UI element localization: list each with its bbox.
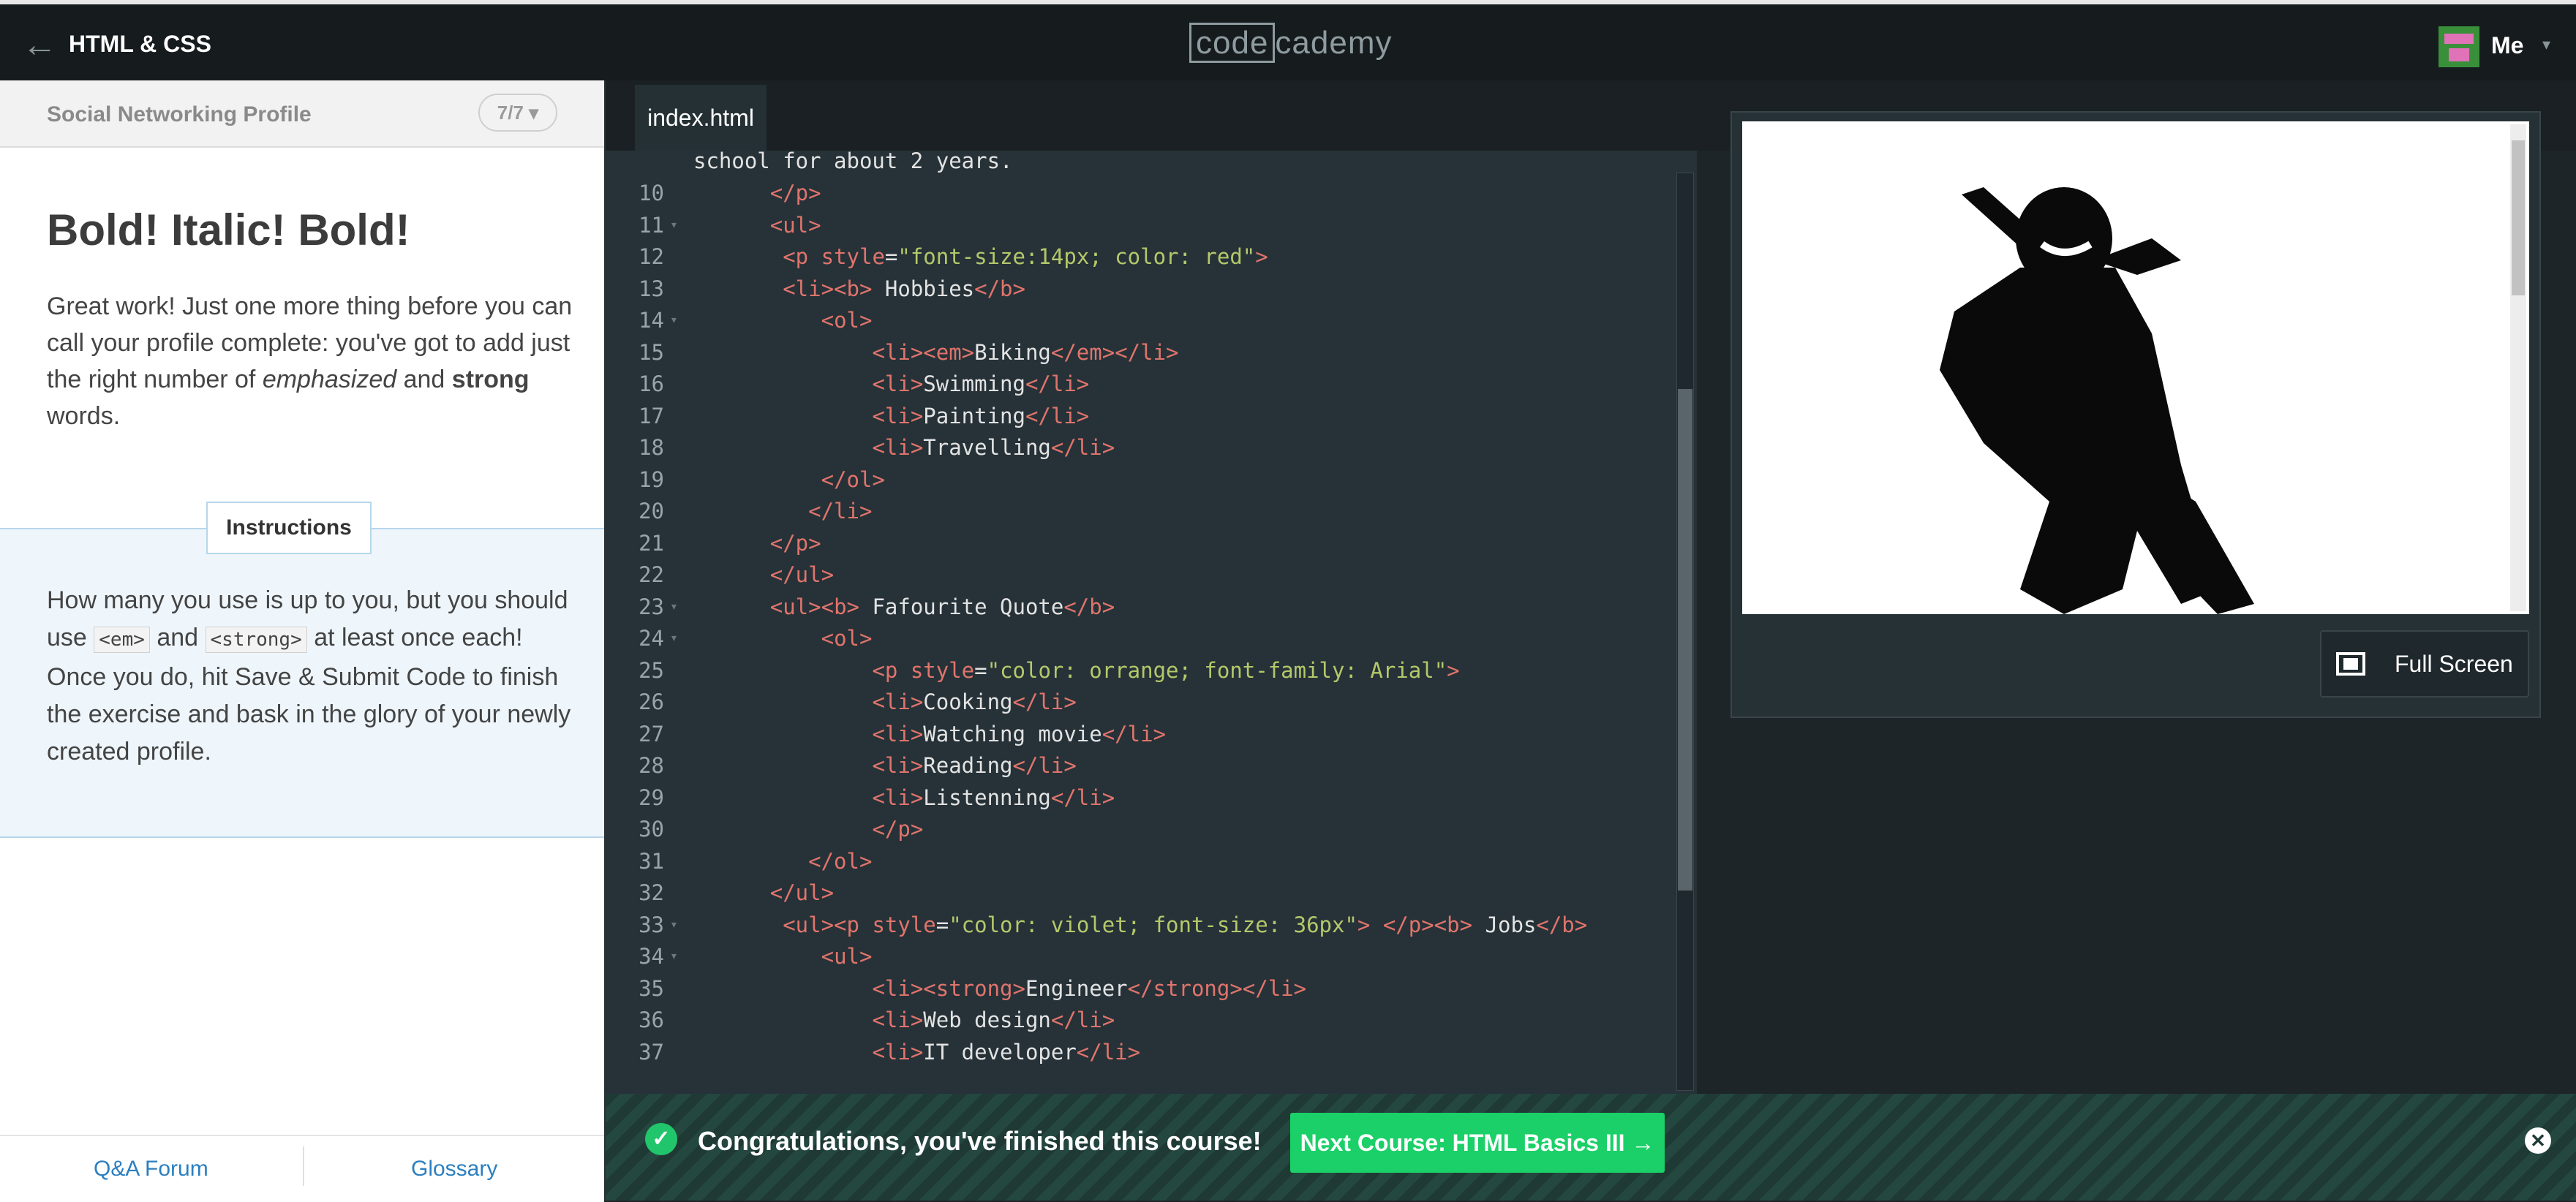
code-text: <li><strong>Engineer</strong></li> [872, 975, 1307, 1001]
next-course-button[interactable]: Next Course: HTML Basics III → [1290, 1113, 1665, 1173]
code-text: </ol> [821, 466, 885, 492]
code-text: </p> [769, 530, 821, 556]
line-number: 34 [639, 944, 664, 969]
course-title[interactable]: HTML & CSS [69, 31, 211, 58]
line-number: 28 [639, 753, 664, 778]
line-number: 19 [639, 466, 664, 492]
line-number: 29 [639, 785, 664, 810]
line-number: 20 [639, 499, 664, 523]
preview-pane [1742, 121, 2529, 614]
line-number: 37 [639, 1039, 664, 1065]
close-icon[interactable]: ✕ [2525, 1127, 2551, 1154]
fold-arrow-icon[interactable]: ▾ [670, 591, 678, 623]
code-text: <li>Swimming</li> [872, 371, 1090, 396]
qa-forum-link[interactable]: Q&A Forum [94, 1157, 208, 1182]
line-number: 18 [639, 435, 664, 460]
code-text: <ul><b> Fafourite Quote</b> [769, 594, 1115, 619]
line-number: 13 [639, 276, 664, 301]
line-number: 30 [639, 817, 664, 842]
completion-banner: ✓ Congratulations, you've finished this … [606, 1094, 2576, 1201]
code-editor[interactable]: school for about 2 years. 10 </p> 11 ▾ <ul… [606, 151, 1697, 1094]
line-number: 26 [639, 689, 664, 714]
code-text: <li><b> Hobbies</b> [783, 276, 1025, 301]
code-text: <ul><p style="color: violet; font-size: … [783, 912, 1588, 937]
code-text: <li>Web design</li> [872, 1008, 1115, 1032]
lesson-intro: Great work! Just one more thing before y… [47, 292, 573, 430]
code-text: <li>Cooking</li> [872, 689, 1077, 714]
code-text: <li>Painting</li> [872, 403, 1090, 428]
code-text: <p style="color: orrange; font-family: A… [872, 657, 1460, 683]
line-number: 31 [639, 848, 664, 874]
line-number: 21 [639, 530, 664, 556]
line-number: 12 [639, 244, 664, 269]
progress-dropdown[interactable]: 7/7 ▾ [478, 94, 557, 132]
fold-arrow-icon[interactable]: ▾ [670, 622, 678, 654]
check-circle-icon: ✓ [645, 1123, 677, 1155]
lesson-header: Social Networking Profile 7/7 ▾ [0, 80, 604, 148]
fold-arrow-icon[interactable]: ▾ [670, 304, 678, 336]
code-text: <ul> [769, 212, 821, 238]
line-number: 17 [639, 403, 664, 428]
instructions-text: How many you use is up to you, but you s… [47, 586, 571, 766]
fold-arrow-icon[interactable]: ▾ [670, 940, 678, 972]
tab-index-html[interactable]: index.html [635, 85, 767, 151]
codecademy-logo[interactable]: code cademy [1189, 23, 1393, 63]
top-bar: ← HTML & CSS code cademy Me ▾ [0, 0, 2576, 80]
line-number: 16 [639, 371, 664, 396]
completion-message: Congratulations, you've finished this co… [698, 1126, 1262, 1156]
code-text: <li>Reading</li> [872, 753, 1077, 778]
code-text: </ul> [769, 562, 835, 587]
lesson-footer: Q&A Forum Glossary [0, 1135, 604, 1202]
code-text: <li>Listenning</li> [872, 785, 1115, 810]
line-number: 33 [639, 912, 664, 937]
line-number: 11 [639, 212, 664, 238]
line-number: 35 [639, 975, 664, 1001]
arrow-left-icon[interactable]: ← [22, 28, 60, 63]
ninja-silhouette-icon [1940, 187, 2254, 614]
code-text: </p> [872, 817, 924, 842]
instructions-tab[interactable]: Instructions [206, 502, 372, 554]
code-text: <ul> [821, 944, 873, 969]
full-screen-button[interactable]: Full Screen [2320, 630, 2529, 698]
line-number: 22 [639, 562, 664, 587]
code-text: <ol> [821, 626, 873, 651]
fold-arrow-icon[interactable]: ▾ [670, 909, 678, 941]
line-number: 32 [639, 880, 664, 905]
code-text: <ol> [821, 308, 873, 333]
code-text: <p style="font-size:14px; color: red"> [783, 244, 1268, 269]
code-text: </li> [808, 499, 873, 523]
user-menu-label[interactable]: Me [2491, 32, 2523, 59]
line-number: 10 [639, 181, 664, 205]
avatar[interactable] [2438, 26, 2479, 67]
code-text: </p> [769, 181, 821, 205]
project-title: Social Networking Profile [47, 102, 312, 126]
code-text: <li>Travelling</li> [872, 435, 1115, 460]
line-number: 14 [639, 308, 664, 333]
fold-arrow-icon[interactable]: ▾ [670, 209, 678, 241]
line-number: 27 [639, 721, 664, 746]
code-text: <li><em>Biking</em></li> [872, 339, 1179, 365]
line-number: 25 [639, 657, 664, 683]
code-text: <li>IT developer</li> [872, 1039, 1141, 1065]
code-text: </ol> [808, 848, 873, 874]
glossary-link[interactable]: Glossary [411, 1157, 497, 1182]
lesson-panel: Social Networking Profile 7/7 ▾ Bold! It… [0, 80, 606, 1202]
lesson-title: Bold! Italic! Bold! [47, 205, 410, 254]
preview-scrollbar-thumb[interactable] [2512, 140, 2525, 295]
chevron-down-icon[interactable]: ▾ [2542, 35, 2550, 54]
editor-scrollbar-thumb[interactable] [1678, 389, 1692, 891]
line-number: 24 [639, 626, 664, 651]
code-text: </ul> [769, 880, 835, 905]
line-number: 15 [639, 339, 664, 365]
fullscreen-icon [2336, 652, 2365, 676]
line-number: 23 [639, 594, 664, 619]
code-text: <li>Watching movie</li> [872, 721, 1167, 746]
line-number: 36 [639, 1008, 664, 1032]
